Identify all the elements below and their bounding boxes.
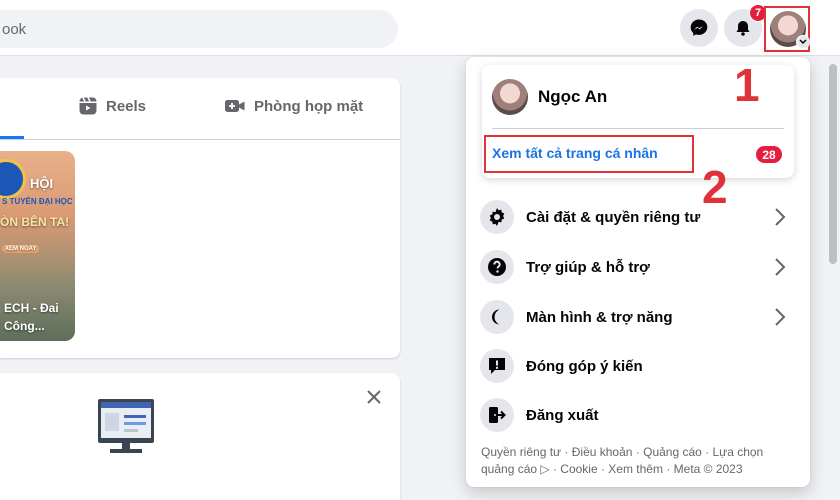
chevron-right-icon xyxy=(775,208,786,226)
chevron-right-icon xyxy=(775,308,786,326)
menu-item-label: Đóng góp ý kiến xyxy=(526,357,643,375)
bell-icon xyxy=(736,21,750,36)
chevron-right-icon xyxy=(775,258,786,276)
story-text: S TUYỂN ĐẠI HỌC xyxy=(2,197,73,206)
video-camera-icon xyxy=(225,100,245,112)
menu-item-settings-privacy[interactable]: Cài đặt & quyền riêng tư xyxy=(480,195,800,239)
tab-reels[interactable]: Reels xyxy=(78,96,146,116)
see-all-profiles-link[interactable]: Xem tất cả trang cá nhân xyxy=(492,145,658,161)
story-text: ÒN BÊN TA! xyxy=(0,215,70,229)
annotation-number: 2 xyxy=(702,161,728,213)
menu-item-label: Cài đặt & quyền riêng tư xyxy=(526,208,701,226)
menu-item-label: Trợ giúp & hỗ trợ xyxy=(526,258,650,276)
menu-item-log-out[interactable]: Đăng xuất xyxy=(480,393,800,437)
profile-name: Ngọc An xyxy=(538,87,608,106)
tab-rooms[interactable]: Phòng họp mặt xyxy=(224,96,363,116)
menu-item-label: Đăng xuất xyxy=(526,406,599,424)
stories-card: Reels Phòng họp mặt HỘI S TUYỂN ĐẠI HỌC … xyxy=(0,78,400,358)
story-caption: Công... xyxy=(4,319,45,333)
story-text: HỘI xyxy=(30,176,54,191)
divider xyxy=(492,128,784,129)
story-thumbnail[interactable]: HỘI S TUYỂN ĐẠI HỌC ÒN BÊN TA! XEM NGAY … xyxy=(0,151,75,341)
top-navigation-bar: 7 xyxy=(0,0,840,56)
moon-icon xyxy=(480,300,514,334)
reels-icon xyxy=(79,97,97,115)
close-icon[interactable] xyxy=(366,389,382,405)
logout-icon xyxy=(480,398,514,432)
story-logo xyxy=(0,159,26,199)
footer-links[interactable]: Quyền riêng tư · Điều khoản · Quảng cáo … xyxy=(481,444,791,478)
profiles-count-badge: 28 xyxy=(756,146,782,163)
annotation-number: 1 xyxy=(734,59,760,111)
tab-label: Reels xyxy=(106,97,147,115)
menu-item-help-support[interactable]: Trợ giúp & hỗ trợ xyxy=(480,245,800,289)
messenger-button[interactable] xyxy=(680,9,718,47)
computer-illustration xyxy=(98,399,154,453)
menu-item-display-accessibility[interactable]: Màn hình & trợ năng xyxy=(480,295,800,339)
menu-item-label: Màn hình & trợ năng xyxy=(526,308,673,326)
story-caption: ECH - Đai xyxy=(4,301,59,315)
divider xyxy=(0,139,400,140)
story-cta: XEM NGAY xyxy=(2,245,40,253)
account-dropdown-menu: Ngọc An Xem tất cả trang cá nhân 28 Cài … xyxy=(466,57,810,487)
menu-item-give-feedback[interactable]: Đóng góp ý kiến xyxy=(480,344,800,388)
chevron-down-icon xyxy=(796,35,810,49)
account-button[interactable] xyxy=(764,6,810,52)
help-icon xyxy=(480,250,514,284)
scrollbar-thumb[interactable] xyxy=(829,64,837,264)
avatar xyxy=(492,79,528,115)
tab-label: Phòng họp mặt xyxy=(254,97,364,115)
search-input[interactable] xyxy=(0,10,398,48)
suggestion-card xyxy=(0,373,400,500)
feedback-icon xyxy=(480,349,514,383)
messenger-icon xyxy=(690,19,708,36)
gear-icon xyxy=(480,200,514,234)
